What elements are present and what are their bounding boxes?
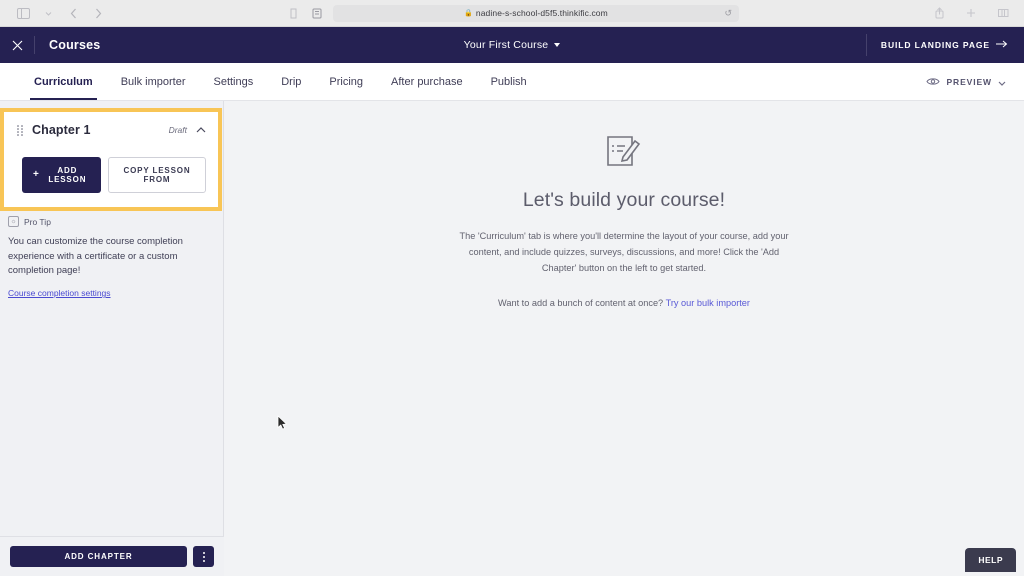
eye-icon: [926, 73, 941, 91]
new-tab-icon[interactable]: [960, 3, 982, 23]
browser-right-controls: [928, 3, 1014, 23]
add-chapter-button[interactable]: ADD CHAPTER: [10, 546, 187, 567]
main-content: Let's build your course! The 'Curriculum…: [224, 101, 1024, 576]
course-completion-settings-link[interactable]: Course completion settings: [8, 288, 111, 298]
bulk-importer-prompt: Want to add a bunch of content at once? …: [498, 298, 750, 308]
edit-list-icon: [606, 134, 642, 173]
pro-tip-body: You can customize the course completion …: [8, 236, 183, 277]
bulk-importer-link[interactable]: Try our bulk importer: [666, 298, 750, 308]
nav-divider: [34, 36, 35, 54]
tab-publish[interactable]: Publish: [477, 63, 541, 100]
tab-drip[interactable]: Drip: [267, 63, 315, 100]
lightbulb-icon: ☼: [8, 216, 19, 227]
more-options-icon[interactable]: [193, 546, 214, 567]
chapter-actions: + ADD LESSON COPY LESSON FROM: [14, 157, 206, 193]
sidebar-footer: ADD CHAPTER: [0, 536, 224, 576]
curriculum-sidebar: Chapter 1 Draft + ADD LESSON COPY LESSON…: [0, 101, 224, 576]
pro-tip-title: Pro Tip: [24, 216, 51, 227]
add-lesson-label: ADD LESSON: [48, 166, 87, 184]
status-badge: Draft: [168, 125, 187, 135]
add-lesson-button[interactable]: + ADD LESSON: [22, 157, 101, 193]
chapter-highlight-frame: Chapter 1 Draft + ADD LESSON COPY LESSON…: [0, 108, 222, 211]
course-tab-bar: Curriculum Bulk importer Settings Drip P…: [0, 63, 1024, 101]
reload-icon[interactable]: ↺: [724, 8, 732, 19]
drag-handle-icon[interactable]: [14, 124, 26, 136]
url-bar[interactable]: 🔒 nadine-s-school-d5f5.thinkific.com ↺: [333, 4, 739, 22]
pro-tip-section: ☼ Pro Tip You can customize the course c…: [8, 216, 218, 301]
chapter-title[interactable]: Chapter 1: [32, 123, 91, 137]
chevron-down-icon[interactable]: [554, 43, 561, 47]
browser-address-area: 🔒 nadine-s-school-d5f5.thinkific.com ↺: [0, 4, 1024, 22]
page-title: Courses: [49, 38, 101, 52]
pro-tip-header: ☼ Pro Tip: [8, 216, 218, 227]
tab-settings[interactable]: Settings: [199, 63, 267, 100]
empty-state-description: The 'Curriculum' tab is where you'll det…: [459, 231, 789, 274]
chapter-card[interactable]: Chapter 1 Draft + ADD LESSON COPY LESSON…: [4, 112, 218, 207]
share-icon[interactable]: [928, 3, 950, 23]
plus-icon: +: [33, 169, 40, 180]
close-icon[interactable]: [0, 27, 34, 63]
preview-button[interactable]: PREVIEW: [926, 63, 1006, 101]
chapter-header: Chapter 1 Draft: [14, 123, 206, 137]
lock-icon: 🔒: [464, 9, 473, 17]
build-landing-page-button[interactable]: BUILD LANDING PAGE: [881, 40, 1024, 50]
build-landing-page-label: BUILD LANDING PAGE: [880, 40, 990, 50]
chevron-down-icon: [998, 73, 1006, 91]
tab-after-purchase[interactable]: After purchase: [377, 63, 477, 100]
nav-right-actions: BUILD LANDING PAGE: [865, 27, 1024, 63]
copy-lesson-from-button[interactable]: COPY LESSON FROM: [107, 157, 206, 193]
tab-curriculum[interactable]: Curriculum: [20, 63, 107, 100]
nav-right-divider: [865, 34, 867, 56]
reader-mode-icon[interactable]: [285, 5, 301, 21]
tab-bulk-importer[interactable]: Bulk importer: [107, 63, 200, 100]
tab-list: Curriculum Bulk importer Settings Drip P…: [0, 63, 541, 100]
url-content: 🔒 nadine-s-school-d5f5.thinkific.com: [464, 8, 608, 18]
help-button[interactable]: HELP: [965, 548, 1016, 572]
url-text: nadine-s-school-d5f5.thinkific.com: [475, 8, 608, 18]
screen: 🔒 nadine-s-school-d5f5.thinkific.com ↺ C…: [0, 0, 1024, 576]
app-top-nav: Courses Your First Course BUILD LANDING …: [0, 27, 1024, 63]
browser-toolbar: 🔒 nadine-s-school-d5f5.thinkific.com ↺: [0, 0, 1024, 27]
chapter-header-right: Draft: [169, 125, 206, 135]
empty-state-title: Let's build your course!: [522, 189, 726, 211]
arrow-right-icon: [996, 40, 1008, 50]
tab-pricing[interactable]: Pricing: [315, 63, 377, 100]
mouse-cursor: [277, 415, 288, 436]
bulk-prompt-text: Want to add a bunch of content at once?: [498, 298, 666, 309]
course-name[interactable]: Your First Course: [464, 39, 549, 51]
chevron-up-icon[interactable]: [196, 127, 206, 133]
tab-overview-icon[interactable]: [992, 3, 1014, 23]
preview-label: PREVIEW: [946, 77, 992, 87]
extension-icon[interactable]: [309, 5, 325, 21]
